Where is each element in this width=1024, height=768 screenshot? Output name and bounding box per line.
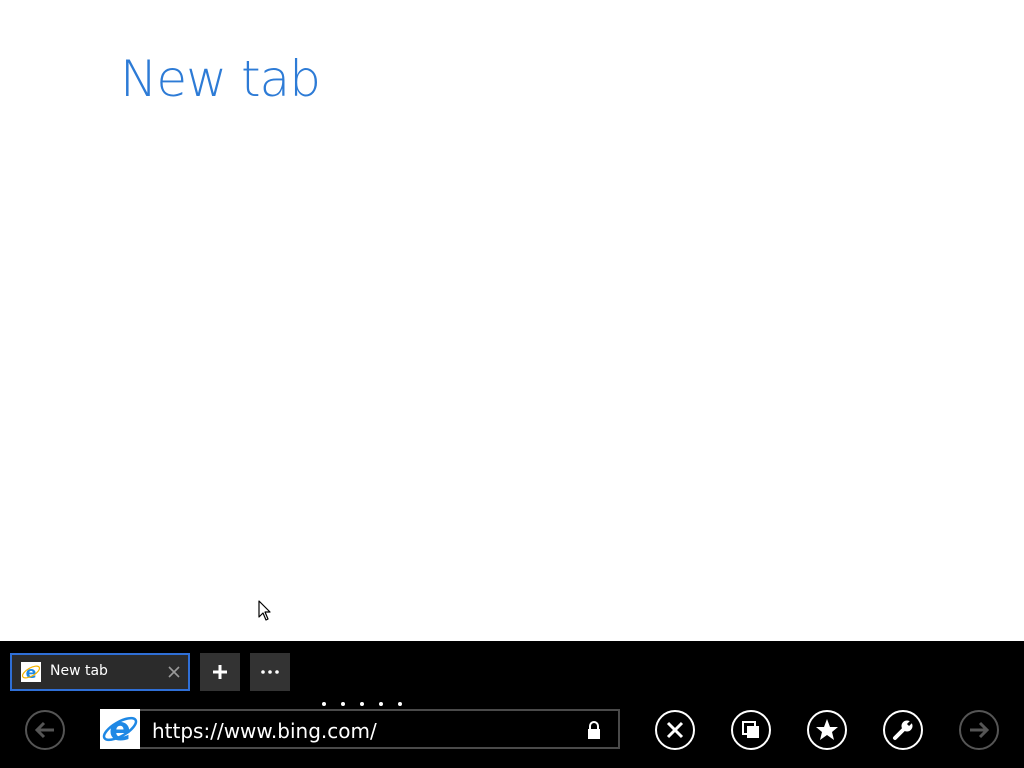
back-button[interactable] — [24, 709, 66, 751]
loading-dots-icon — [322, 702, 402, 706]
tabs-button[interactable] — [730, 709, 772, 751]
arrow-left-icon — [25, 710, 65, 750]
lock-icon[interactable] — [586, 721, 602, 739]
ie-logo-icon: e — [100, 709, 140, 749]
address-bar[interactable]: e https://www.bing.com/ — [100, 709, 620, 749]
arrow-right-icon — [959, 710, 999, 750]
new-tab-button[interactable] — [200, 653, 240, 691]
ie-favicon-icon: e — [21, 662, 41, 682]
star-icon — [807, 710, 847, 750]
favorites-button[interactable] — [806, 709, 848, 751]
forward-button[interactable] — [958, 709, 1000, 751]
svg-text:e: e — [109, 710, 131, 748]
close-tab-icon[interactable] — [166, 664, 182, 680]
app-bar: e New tab e https://www.bing.com/ — [0, 641, 1024, 768]
tab-new-tab[interactable]: e New tab — [10, 653, 190, 691]
address-url: https://www.bing.com/ — [152, 719, 377, 743]
plus-icon — [213, 665, 227, 679]
browser-window: New tab e New tab e https://www.bing.com… — [0, 0, 1024, 768]
tab-options-button[interactable] — [250, 653, 290, 691]
mouse-pointer-icon — [258, 600, 271, 621]
tools-button[interactable] — [882, 709, 924, 751]
wrench-icon — [883, 710, 923, 750]
page-title: New tab — [120, 50, 321, 108]
tabs-icon — [731, 710, 771, 750]
stop-button[interactable] — [654, 709, 696, 751]
tab-label: New tab — [50, 663, 108, 679]
close-icon — [655, 710, 695, 750]
ellipsis-icon — [261, 670, 279, 674]
